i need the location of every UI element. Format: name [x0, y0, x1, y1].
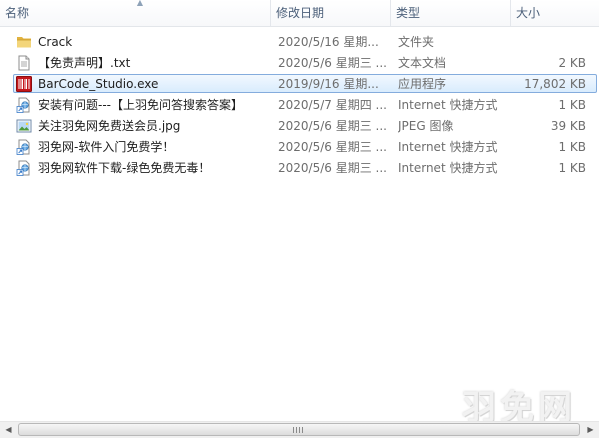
scrollbar-grip-icon: [293, 427, 303, 433]
file-date: 2020/5/6 星期三 ...: [278, 161, 387, 175]
column-header-size-label: 大小: [516, 6, 541, 20]
file-name: 关注羽免网免费送会员.jpg: [38, 119, 181, 133]
column-header-type[interactable]: 类型: [391, 0, 511, 26]
file-type: JPEG 图像: [398, 119, 454, 133]
column-header-date-label: 修改日期: [276, 6, 325, 20]
barcode-app-icon: [16, 76, 32, 92]
file-size: [506, 33, 586, 52]
horizontal-scrollbar[interactable]: ◀ ▶: [0, 421, 599, 438]
file-size: 39 KB: [550, 119, 586, 133]
file-type: Internet 快捷方式: [398, 161, 498, 175]
file-row[interactable]: 关注羽免网免费送会员.jpg 2020/5/6 星期三 ... JPEG 图像 39 …: [13, 116, 597, 135]
sort-ascending-icon: ▲: [136, 0, 144, 7]
internet-shortcut-icon: [16, 139, 32, 155]
file-row[interactable]: 【免责声明】.txt 2020/5/6 星期三 ... 文本文档 2 KB: [13, 53, 597, 72]
file-type: Internet 快捷方式: [398, 140, 498, 154]
file-name: 安装有问题---【上羽免问答搜索答案】: [38, 98, 243, 112]
file-type: 应用程序: [398, 77, 447, 91]
file-date: 2020/5/6 星期三 ...: [278, 56, 387, 70]
column-header-type-label: 类型: [396, 6, 421, 20]
file-date: 2020/5/7 星期四 ...: [278, 98, 387, 112]
file-date: 2020/5/6 星期三 ...: [278, 119, 387, 133]
file-size: 1 KB: [558, 98, 586, 112]
file-size: 2 KB: [558, 56, 586, 70]
file-type: 文件夹: [398, 35, 435, 49]
internet-shortcut-icon: [16, 97, 32, 113]
file-date: 2019/9/16 星期...: [278, 77, 379, 91]
file-date: 2020/5/16 星期...: [278, 35, 379, 49]
file-name: 羽免网-软件入门免费学！: [38, 140, 175, 154]
column-header-size[interactable]: 大小: [511, 0, 599, 26]
scroll-left-button[interactable]: ◀: [0, 422, 17, 438]
file-row[interactable]: 羽免网软件下载-绿色免费无毒！ 2020/5/6 星期三 ... Internet …: [13, 158, 597, 177]
column-header-date[interactable]: 修改日期: [271, 0, 391, 26]
scrollbar-thumb[interactable]: [18, 423, 580, 436]
file-size: 1 KB: [558, 161, 586, 175]
file-name: BarCode_Studio.exe: [38, 77, 159, 91]
file-name: 【免责声明】.txt: [38, 56, 131, 70]
folder-icon: [16, 34, 32, 50]
file-size: 1 KB: [558, 140, 586, 154]
file-date: 2020/5/6 星期三 ...: [278, 140, 387, 154]
file-size: 17,802 KB: [524, 77, 586, 91]
text-file-icon: [16, 55, 32, 71]
file-explorer-view: 名称 ▲ 修改日期 类型 大小 Crack 2020/5/16 星期... 文件夹【…: [0, 0, 599, 438]
file-row[interactable]: 羽免网-软件入门免费学！ 2020/5/6 星期三 ... Internet 快捷方…: [13, 137, 597, 156]
image-file-icon: [16, 118, 32, 134]
file-row[interactable]: 安装有问题---【上羽免问答搜索答案】 2020/5/7 星期四 ... Inter…: [13, 95, 597, 114]
scroll-right-button[interactable]: ▶: [582, 422, 599, 438]
file-row[interactable]: Crack 2020/5/16 星期... 文件夹: [13, 32, 597, 51]
file-name: Crack: [38, 35, 73, 49]
internet-shortcut-icon: [16, 160, 32, 176]
file-type: Internet 快捷方式: [398, 98, 498, 112]
file-name: 羽免网软件下载-绿色免费无毒！: [38, 161, 211, 175]
column-header-bar: 名称 ▲ 修改日期 类型 大小: [0, 0, 599, 27]
file-type: 文本文档: [398, 56, 447, 70]
file-row[interactable]: BarCode_Studio.exe 2019/9/16 星期... 应用程序 17,…: [13, 74, 597, 93]
column-header-name-label: 名称: [5, 6, 30, 20]
